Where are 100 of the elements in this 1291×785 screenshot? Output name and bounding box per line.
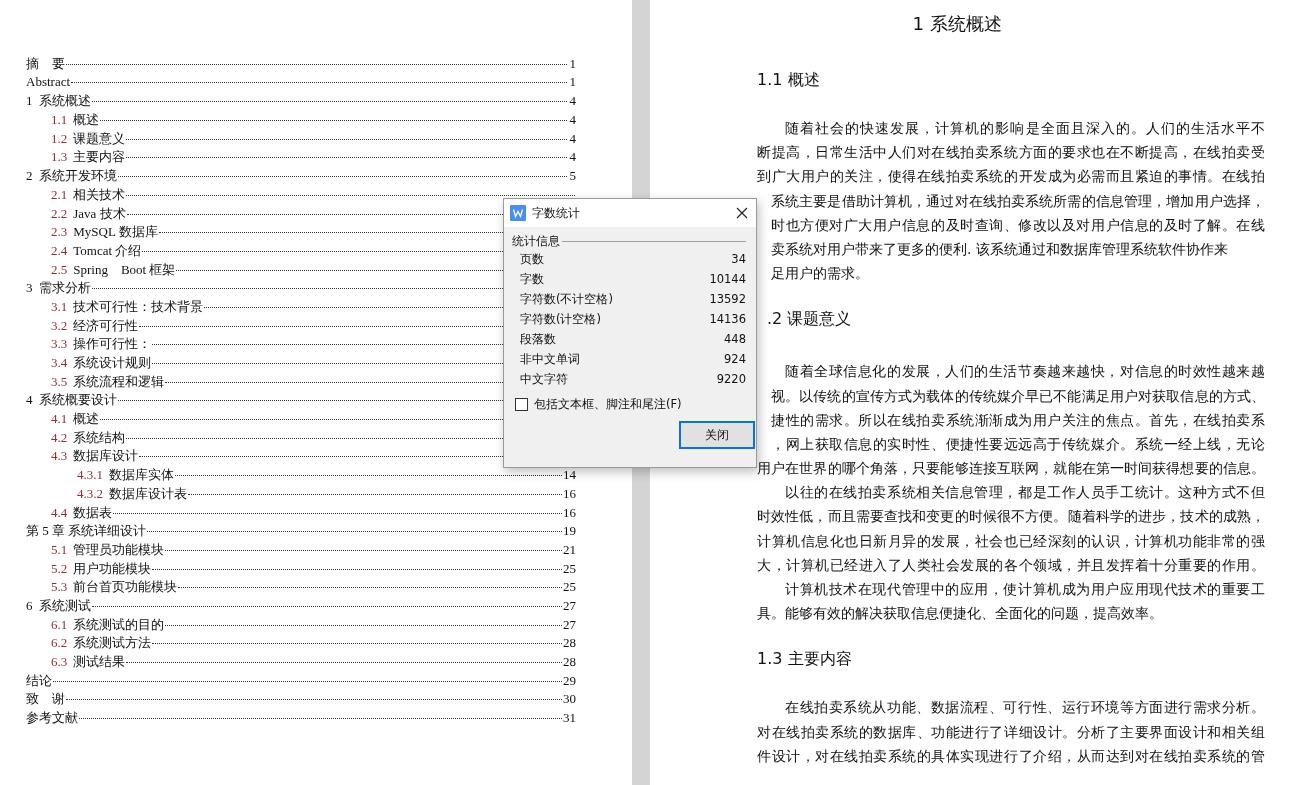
toc-title: 数据库实体 (109, 466, 174, 485)
toc-number: 3.5 (51, 373, 68, 390)
toc-page-number: 14 (563, 467, 576, 484)
stat-label: 字数 (520, 271, 544, 287)
toc-title: 操作可行性： (73, 335, 152, 354)
toc-page-number: 25 (563, 560, 576, 577)
toc-number: 4.2 (51, 429, 68, 446)
toc-title: 致 谢 (26, 690, 65, 709)
text-line: 以往的在线拍卖系统相关信息管理，都是工作人员手工统计。这种方式不但 (784, 483, 1265, 503)
toc-page-number: 16 (563, 504, 576, 521)
checkbox[interactable] (515, 398, 528, 411)
text-line: 用户在世界的哪个角落，只要能够连接互联网，就能在第一时间获得想要的信息。 (757, 459, 1265, 479)
toc-page-number: 4 (568, 112, 576, 129)
section-heading: .2 课题意义 (767, 309, 852, 329)
toc-number: 1.3 (51, 149, 68, 166)
group-label: 统计信息 (512, 233, 560, 249)
toc-number: 1.1 (51, 112, 68, 129)
text-line: 时效性低，而且需要查找和变更的时候很不方便。随着科学的进步，技术的成熟， (757, 507, 1265, 527)
app-logo-icon (510, 205, 526, 221)
text-line: 时也方便对广大用户信息的及时查询、修改以及对用户信息的及时了解。在线 (771, 215, 1265, 235)
toc-title: 前台首页功能模块 (73, 578, 178, 597)
toc-title: 概述 (73, 111, 100, 130)
toc-title: 系统测试 (38, 596, 91, 615)
stat-value: 924 (724, 352, 746, 366)
toc-page-number: 1 (568, 73, 576, 90)
toc-title: 系统设计规则 (73, 354, 152, 372)
chapter-heading: 1 系统概述 (911, 12, 1003, 36)
toc-number: 6 (26, 597, 33, 614)
section-heading: 1.1 概述 (757, 70, 821, 91)
toc-title: 系统概要设计 (38, 391, 117, 410)
toc-page-number: 16 (563, 485, 576, 502)
stat-label: 非中文单词 (520, 351, 580, 367)
toc-number: 4.4 (51, 504, 68, 521)
toc-title: 测试结果 (73, 653, 126, 671)
stat-label: 中文字符 (520, 371, 568, 387)
toc-title: Java 技术 (73, 204, 126, 223)
section-heading: 1.3 主要内容 (757, 649, 853, 671)
toc-page-number: 27 (563, 616, 576, 633)
text-line: 随着全球信息化的发展，人们的生活节奏越来越快，对信息的时效性越来越 (784, 362, 1265, 382)
toc-number: 2.5 (51, 261, 68, 278)
text-line: 断提高，日常生活中人们对在线拍卖系统方面的要求也在不断提高，在线拍卖受 (757, 143, 1265, 163)
text-line: 大，计算机已经进入了人类社会发展的各个领域，并且发挥着十分重要的作用。 (757, 555, 1265, 575)
toc-page-number: 1 (568, 56, 576, 72)
text-line: 计算机信息化也日新月异的发展，社会也已经深刻的认识，计算机功能非常的强 (757, 531, 1265, 551)
stat-value: 448 (724, 332, 746, 346)
toc-page-number: 27 (563, 597, 576, 614)
close-button[interactable]: 关闭 (679, 421, 755, 449)
stat-label: 页数 (520, 251, 544, 267)
toc-number: 5.1 (51, 541, 68, 558)
toc-number: 4.1 (51, 411, 68, 428)
toc-title: 系统开发环境 (38, 167, 117, 186)
toc-title: MySQL 数据库 (73, 223, 158, 242)
stat-value: 34 (731, 252, 746, 266)
toc-title: 系统概述 (38, 92, 91, 111)
toc-number: 4.3.2 (77, 485, 103, 502)
text-line: 具。能够有效的解决获取信息便捷化、全面化的问题，提高效率。 (757, 604, 1164, 624)
stat-label: 字符数(不计空格) (520, 291, 613, 307)
toc-title: 经济可行性 (73, 316, 139, 335)
toc-page-number: 31 (563, 710, 576, 727)
stat-label: 段落数 (520, 331, 556, 347)
checkbox-label[interactable]: 包括文本框、脚注和尾注(F) (534, 397, 682, 412)
toc-page-number: 5 (568, 168, 576, 185)
text-line: 系统主要是借助计算机，通过对在线拍卖系统所需的信息管理，增加用户选择， (771, 191, 1265, 211)
toc-title: 相关技术 (73, 185, 126, 204)
toc-number: 6.3 (51, 654, 68, 670)
toc-title: Spring Boot 框架 (73, 260, 176, 279)
toc-number: 3 (26, 280, 33, 297)
toc-title: 需求分析 (38, 279, 91, 298)
text-line: 对在线拍卖系统的数据库、功能进行了详细设计。分析了主要界面设计和相关组 (757, 722, 1265, 742)
text-line: 随着社会的快速发展，计算机的影响是全面且深入的。人们的生活水平不 (784, 119, 1265, 138)
text-line: 卖系统对用户带来了更多的便利. 该系统通过和数据库管理系统软件协作来 (771, 239, 1229, 259)
toc-page-number: 29 (563, 672, 576, 689)
toc-number: 4.3.1 (77, 467, 103, 484)
toc-title: Tomcat 介绍 (73, 241, 142, 260)
toc-number: 2.4 (51, 242, 68, 259)
toc-page-number: 4 (568, 149, 576, 166)
text-line: 在线拍卖系统从功能、数据流程、可行性、运行环境等方面进行需求分析。 (784, 698, 1265, 718)
toc-title: 技术可行性：技术背景 (73, 297, 204, 316)
toc-number: 6.2 (51, 635, 68, 652)
stat-value: 9220 (716, 372, 746, 386)
toc-number: 2.3 (51, 224, 68, 241)
toc-title: 结论 (26, 671, 52, 690)
stat-value: 13592 (709, 292, 746, 306)
toc-number: 3.2 (51, 317, 68, 334)
close-icon[interactable] (736, 207, 748, 219)
toc-title: 系统测试方法 (73, 634, 152, 653)
toc-page-number: 28 (563, 635, 576, 652)
toc-page-number: 30 (563, 691, 576, 708)
toc-title: 第 5 章 系统详细设计 (26, 522, 147, 541)
text-line: 件设计，对在线拍卖系统的具体实现进行了介绍，从而达到对在线拍卖系统的管 (757, 746, 1265, 766)
text-line: 捷性的需求。所以在线拍卖系统渐渐成为用户关注的焦点。首先，在线拍卖系 (771, 410, 1265, 430)
toc-title: 系统结构 (73, 428, 126, 447)
toc-title: 系统流程和逻辑 (73, 372, 165, 391)
text-line: 足用户的需求。 (771, 264, 870, 284)
toc-page-number: 19 (563, 523, 576, 540)
toc-title: 数据表 (73, 503, 113, 522)
stat-value: 10144 (709, 272, 746, 286)
toc-page-number: 4 (568, 130, 576, 147)
toc-title: Abstract (26, 73, 71, 90)
toc-number: 6.1 (51, 616, 68, 633)
